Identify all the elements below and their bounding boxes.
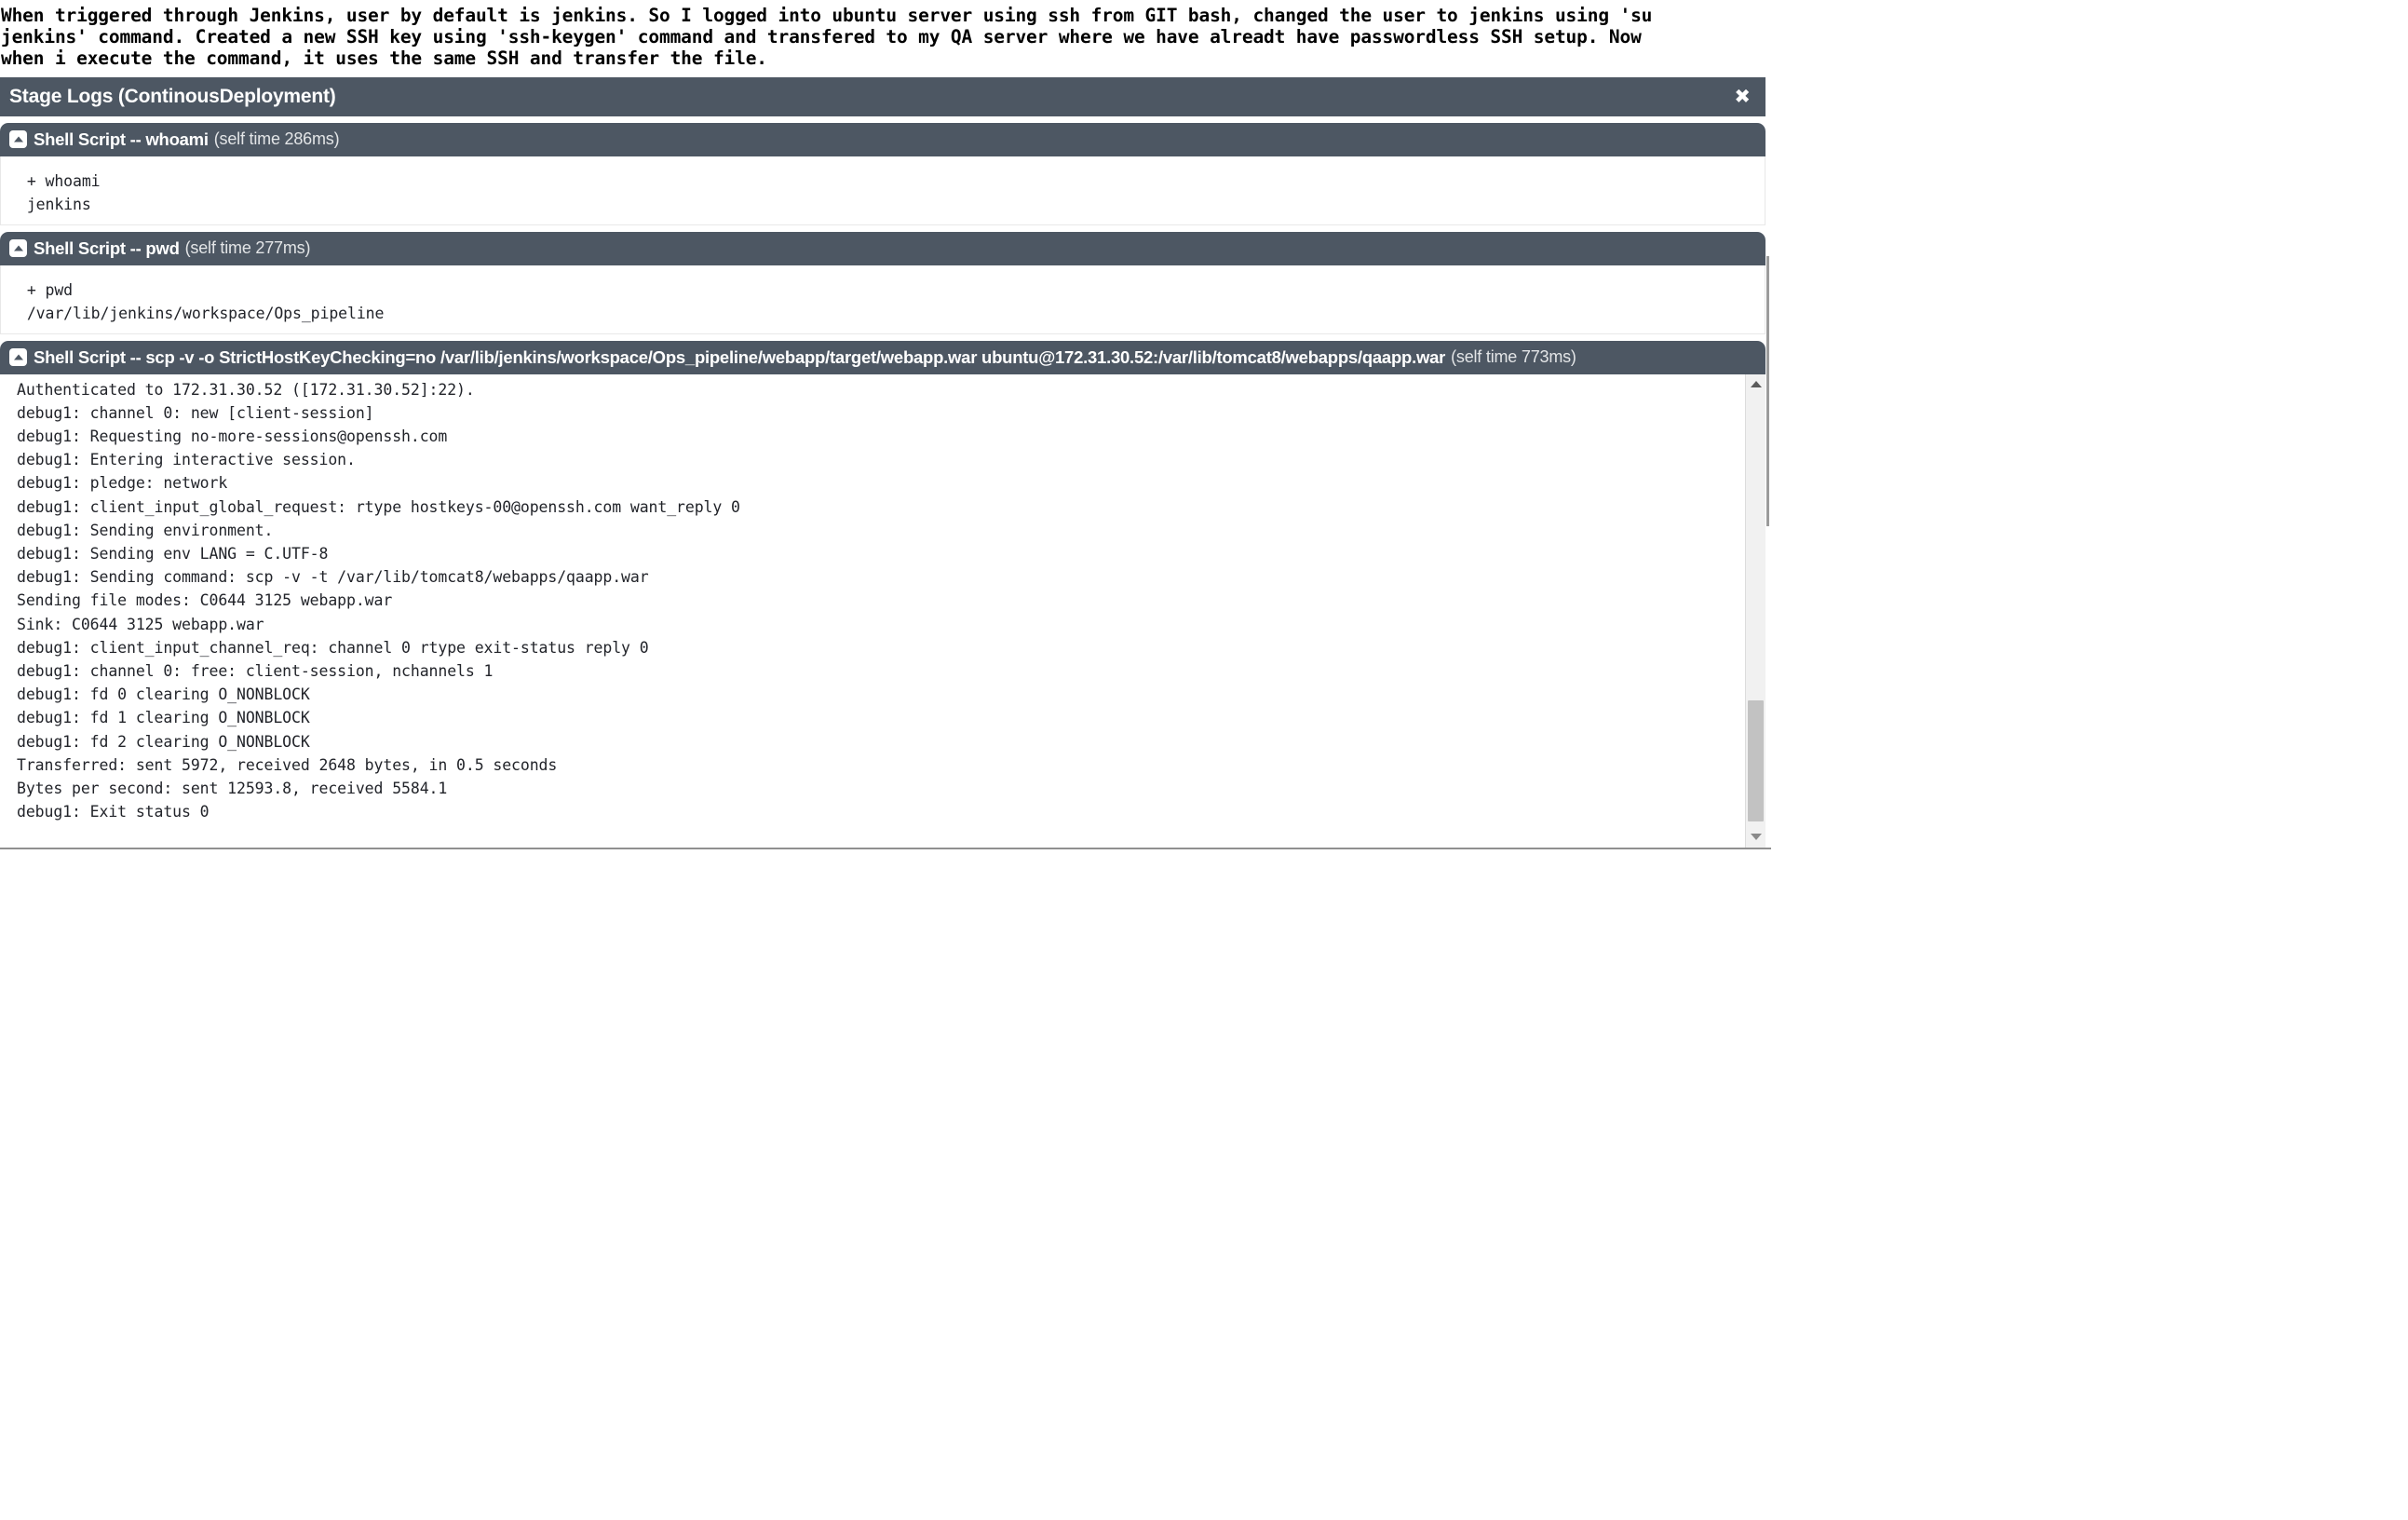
log-line: debug1: pledge: network xyxy=(17,474,228,493)
scroll-down-arrow-icon[interactable] xyxy=(1746,829,1765,846)
page-title: Stage Logs (ContinousDeployment) xyxy=(9,85,336,107)
log-line: debug1: fd 1 clearing O_NONBLOCK xyxy=(17,709,310,727)
collapse-icon[interactable] xyxy=(9,239,27,258)
close-icon[interactable]: ✖ xyxy=(1734,87,1751,106)
log-step-title: Shell Script -- whoami xyxy=(34,129,209,149)
log-step-header[interactable]: Shell Script -- scp -v -o StrictHostKeyC… xyxy=(0,340,1765,374)
log-line: debug1: Exit status 0 xyxy=(17,803,210,821)
log-line: + whoami xyxy=(18,171,101,190)
collapse-icon[interactable] xyxy=(9,348,27,367)
log-vertical-scrollbar[interactable] xyxy=(1745,373,1765,848)
page-scrollbar-thumb[interactable] xyxy=(1766,255,1769,526)
log-step-whoami: Shell Script -- whoami (self time 286ms)… xyxy=(0,122,1765,225)
log-line: debug1: Sending env LANG = C.UTF-8 xyxy=(17,545,329,563)
log-step-title: Shell Script -- scp -v -o StrictHostKeyC… xyxy=(34,346,1446,367)
log-line: debug1: Requesting no-more-sessions@open… xyxy=(17,428,448,446)
log-step-scp: Shell Script -- scp -v -o StrictHostKeyC… xyxy=(0,340,1765,848)
log-line: Sink: C0644 3125 webapp.war xyxy=(17,615,264,633)
log-line: Transferred: sent 5972, received 2648 by… xyxy=(17,755,558,774)
log-step-header[interactable]: Shell Script -- pwd (self time 277ms) xyxy=(0,231,1765,265)
scrollbar-thumb[interactable] xyxy=(1748,699,1764,821)
log-line: debug1: fd 0 clearing O_NONBLOCK xyxy=(17,685,310,704)
log-step-body: + pwd /var/lib/jenkins/workspace/Ops_pip… xyxy=(0,265,1765,334)
log-step-body: Authenticated to 172.31.30.52 ([172.31.3… xyxy=(0,373,1765,848)
log-line: debug1: fd 2 clearing O_NONBLOCK xyxy=(17,732,310,751)
log-step-pwd: Shell Script -- pwd (self time 277ms) + … xyxy=(0,231,1765,334)
log-step-self-time: (self time 277ms) xyxy=(184,238,311,258)
page-scrollbar[interactable] xyxy=(1765,76,1771,848)
log-line: debug1: client_input_channel_req: channe… xyxy=(17,638,649,657)
log-step-title: Shell Script -- pwd xyxy=(34,238,180,258)
log-line: debug1: Entering interactive session. xyxy=(17,451,356,469)
log-step-self-time: (self time 773ms) xyxy=(1451,347,1576,367)
log-step-self-time: (self time 286ms) xyxy=(213,129,340,149)
log-line: debug1: channel 0: free: client-session,… xyxy=(17,662,494,681)
stage-logs-panel: Stage Logs (ContinousDeployment) ✖ Shell… xyxy=(0,76,1771,849)
log-line: + pwd xyxy=(18,280,74,299)
scroll-up-arrow-icon[interactable] xyxy=(1746,376,1765,393)
log-line: /var/lib/jenkins/workspace/Ops_pipeline xyxy=(18,304,385,322)
collapse-icon[interactable] xyxy=(9,130,27,149)
log-line: debug1: Sending environment. xyxy=(17,521,274,539)
log-line: Sending file modes: C0644 3125 webapp.wa… xyxy=(17,591,393,610)
stage-logs-header: Stage Logs (ContinousDeployment) ✖ xyxy=(0,76,1765,116)
log-step-body: + whoami jenkins xyxy=(0,156,1765,225)
intro-paragraph: When triggered through Jenkins, user by … xyxy=(1,5,1653,70)
log-line: Authenticated to 172.31.30.52 ([172.31.3… xyxy=(17,380,475,399)
log-line: debug1: Sending command: scp -v -t /var/… xyxy=(17,568,649,587)
log-line: debug1: channel 0: new [client-session] xyxy=(17,403,374,422)
log-line: Bytes per second: sent 12593.8, received… xyxy=(17,780,448,798)
log-step-header[interactable]: Shell Script -- whoami (self time 286ms) xyxy=(0,122,1765,156)
log-line: debug1: client_input_global_request: rty… xyxy=(17,497,740,516)
log-line: jenkins xyxy=(18,195,91,213)
